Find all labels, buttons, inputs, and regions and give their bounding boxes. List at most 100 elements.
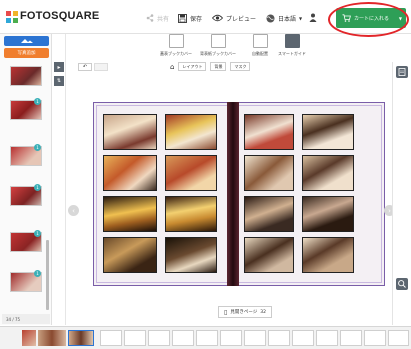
share-icon [146, 14, 154, 22]
preview-button[interactable]: プレビュー [212, 11, 256, 25]
tool-front-cover[interactable]: 蓋表ブックカバー [160, 34, 192, 60]
share-label: 共有 [157, 15, 170, 23]
globe-icon [266, 14, 275, 22]
page-thumbnail[interactable] [388, 330, 409, 346]
photo-frame[interactable] [244, 237, 294, 273]
upload-button[interactable] [4, 36, 49, 46]
zoom-icon [398, 280, 406, 288]
page-thumbnail[interactable] [22, 330, 36, 346]
used-badge: 1 [34, 184, 41, 191]
eye-icon [212, 14, 223, 22]
page-thumbnail[interactable] [124, 330, 146, 346]
photo-frame[interactable] [165, 155, 217, 191]
mask-label: マスク [234, 63, 247, 69]
save-label: 保存 [190, 15, 203, 23]
photo-frame[interactable] [302, 114, 354, 150]
photo-frame[interactable] [302, 155, 354, 191]
tool-label: 背表紙ブックカバー [200, 51, 236, 56]
page-thumbnail[interactable] [268, 330, 290, 346]
page-label-text: 見開きページ [230, 310, 258, 315]
cover-icon [169, 34, 184, 48]
tool-label: 蓋表ブックカバー [160, 51, 192, 56]
background-label: 背景 [214, 63, 223, 69]
zoom-button[interactable] [396, 278, 408, 290]
photo-frame[interactable] [103, 114, 157, 150]
undo-button[interactable]: ↶ [78, 63, 92, 71]
page-thumbnail[interactable] [100, 330, 122, 346]
photo-frame[interactable] [302, 237, 354, 273]
page-thumbnail-current[interactable] [68, 330, 94, 346]
page-number: 32 [260, 309, 266, 315]
page-thumbnail[interactable] [340, 330, 362, 346]
highlight-annotation [328, 2, 409, 37]
photo-count-bar: 34 / 75 [2, 314, 50, 324]
photo-frame[interactable] [165, 237, 217, 273]
layout-subbar: ⌂ レイアウト 背景 マスク [170, 61, 290, 72]
tool-label: スマートガイド [278, 51, 306, 56]
page-thumbnail[interactable] [364, 330, 386, 346]
photos-count: 34 / 75 [6, 316, 21, 322]
photo-frame[interactable] [103, 155, 157, 191]
page-thumbnail[interactable] [292, 330, 314, 346]
used-badge: 1 [34, 144, 41, 151]
tool-smart-guide[interactable]: スマートガイド [278, 34, 306, 60]
book-icon: ▯ [224, 308, 228, 316]
add-photo-button[interactable]: 写真追加 [4, 48, 49, 58]
used-badge: 1 [34, 230, 41, 237]
sort-button[interactable]: ⇅ [54, 76, 64, 86]
preview-label: プレビュー [226, 15, 257, 23]
chevron-right-icon: › [388, 206, 391, 215]
home-icon[interactable]: ⌂ [170, 63, 174, 71]
document-icon [398, 68, 406, 76]
page-thumbnail[interactable] [244, 330, 266, 346]
photo-thumbnail[interactable] [10, 66, 42, 86]
photo-frame[interactable] [165, 196, 217, 232]
save-button[interactable]: 保存 [178, 11, 202, 25]
photo-frame[interactable] [244, 155, 294, 191]
used-badge: 1 [34, 270, 41, 277]
tool-auto-layout[interactable]: 自動配置 [246, 34, 274, 60]
page-thumbnail[interactable] [148, 330, 170, 346]
page-indicator: ▯ 見開きページ 32 [218, 306, 272, 318]
layout-label: レイアウト [182, 63, 203, 69]
chevron-right-icon: ▸ [57, 63, 61, 71]
chevron-down-icon: ▼ [299, 15, 303, 21]
logo-icon [6, 11, 18, 23]
photo-frame[interactable] [302, 196, 354, 232]
save-icon [178, 13, 187, 23]
collapse-panel-button[interactable]: ▸ [54, 62, 64, 72]
language-label: 日本語 [278, 15, 297, 23]
sort-icon: ⇅ [56, 78, 62, 84]
book-spine [227, 102, 239, 286]
auto-layout-icon [253, 34, 268, 48]
page-thumbnail[interactable] [196, 330, 218, 346]
image-icon [21, 39, 33, 43]
photo-frame[interactable] [165, 114, 217, 150]
language-selector[interactable]: 日本語 ▼ [266, 11, 302, 25]
photo-frame[interactable] [103, 237, 157, 273]
photo-frame[interactable] [244, 196, 294, 232]
mask-button[interactable]: マスク [230, 62, 251, 71]
page-thumbnail[interactable] [316, 330, 338, 346]
share-button[interactable]: 共有 [146, 11, 169, 25]
smart-guide-icon [285, 34, 300, 48]
chevron-left-icon: ‹ [72, 206, 75, 215]
page-settings-button[interactable] [396, 66, 408, 78]
tool-back-cover[interactable]: 背表紙ブックカバー [200, 34, 236, 60]
background-button[interactable]: 背景 [210, 62, 227, 71]
cover-edit-icon [211, 34, 226, 48]
photo-frame[interactable] [103, 196, 157, 232]
page-thumbnail[interactable] [38, 330, 66, 346]
add-photo-label: 写真追加 [17, 51, 36, 56]
user-icon[interactable] [309, 13, 317, 22]
prev-page-button[interactable]: ‹ [68, 205, 79, 216]
layout-button[interactable]: レイアウト [178, 62, 207, 71]
page-thumbnail[interactable] [220, 330, 242, 346]
app-logo-text: FOTOSQUARE [20, 10, 100, 22]
undo-icon: ↶ [82, 64, 88, 70]
photo-frame[interactable] [244, 114, 294, 150]
scrollbar[interactable] [46, 240, 49, 310]
redo-button[interactable] [94, 63, 108, 71]
used-badge: 1 [34, 98, 41, 105]
page-thumbnail[interactable] [172, 330, 194, 346]
